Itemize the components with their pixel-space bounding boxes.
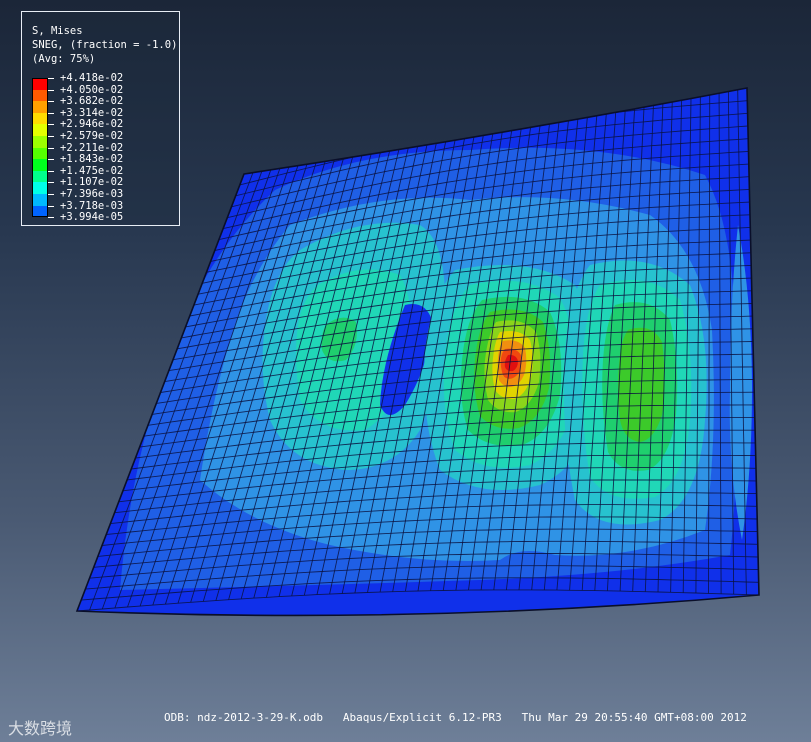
- legend-value: +1.107e-02: [60, 176, 124, 189]
- legend-value: +3.682e-02: [60, 95, 124, 108]
- legend-swatch: [32, 194, 48, 206]
- legend-tick: [48, 170, 54, 172]
- legend-tick: [48, 78, 54, 79]
- legend-swatch: [32, 182, 48, 194]
- legend-value: +3.718e-03: [60, 199, 124, 212]
- legend-value: +1.843e-02: [60, 153, 124, 166]
- legend-value: +3.314e-02: [60, 106, 124, 119]
- legend-swatch: [32, 170, 48, 183]
- legend-tick: [48, 112, 54, 114]
- legend-value: +3.994e-05: [60, 211, 124, 224]
- watermark-logo: 大数跨境: [8, 715, 72, 739]
- legend-value: +4.050e-02: [60, 83, 124, 96]
- legend-subtitle: SNEG, (fraction = -1.0): [32, 39, 178, 51]
- legend-value: +2.579e-02: [60, 130, 124, 142]
- legend-swatch: [32, 89, 48, 102]
- legend-swatch: [32, 124, 48, 136]
- legend-tick: [48, 124, 54, 126]
- legend-title: S, Mises: [32, 25, 83, 37]
- legend-tick: [48, 159, 54, 161]
- legend-swatch: [32, 112, 48, 125]
- legend-swatch: [32, 78, 48, 90]
- legend-average: (Avg: 75%): [32, 53, 96, 65]
- legend-swatch: [32, 159, 48, 171]
- legend-tick: [48, 89, 54, 91]
- legend-tick: [48, 136, 54, 137]
- legend-tick: [48, 101, 54, 103]
- model-viewport[interactable]: S, Mises SNEG, (fraction = -1.0) (Avg: 7…: [0, 0, 811, 742]
- legend-value: +2.946e-02: [60, 118, 124, 131]
- stress-legend: S, Mises SNEG, (fraction = -1.0) (Avg: 7…: [21, 11, 180, 226]
- solver-version: Abaqus/Explicit 6.12-PR3: [342, 711, 502, 724]
- status-footer: ODB: ndz-2012-3-29-K.odb Abaqus/Explicit…: [164, 711, 747, 724]
- legend-swatch: [32, 147, 48, 160]
- odb-file: ODB: ndz-2012-3-29-K.odb: [164, 711, 323, 724]
- watermark-text: 大数跨境: [8, 719, 73, 738]
- legend-swatch: [32, 205, 48, 218]
- legend-tick: [48, 217, 54, 219]
- timestamp: Thu Mar 29 20:55:40 GMT+08:00 2012: [521, 711, 747, 724]
- legend-swatch: [32, 101, 48, 113]
- legend-value: +2.211e-02: [60, 141, 124, 154]
- legend-value: +7.396e-03: [60, 188, 124, 200]
- legend-tick: [48, 182, 54, 184]
- legend-tick: [48, 205, 54, 207]
- legend-value: +1.475e-02: [60, 164, 124, 177]
- legend-tick: [48, 194, 54, 195]
- legend-swatch: [32, 136, 48, 148]
- legend-value: +4.418e-02: [60, 72, 124, 84]
- legend-tick: [48, 147, 54, 149]
